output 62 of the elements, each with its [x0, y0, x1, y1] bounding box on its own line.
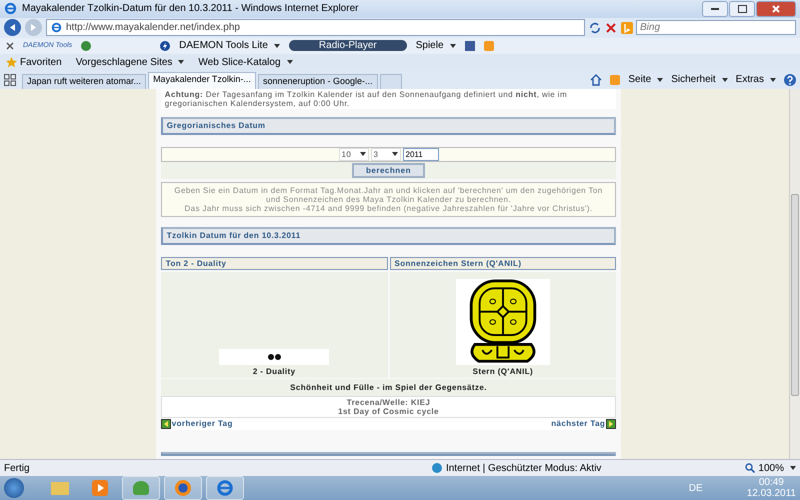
maximize-icon — [738, 4, 746, 13]
ie-logo-icon — [4, 2, 17, 16]
sign-caption: Stern (Q'ANIL) — [472, 366, 534, 376]
refresh-icon[interactable] — [589, 22, 601, 34]
star-icon — [6, 56, 17, 68]
meaning-text: Schönheit und Fülle - im Spiel der Gegensätze. — [160, 378, 616, 396]
close-icon[interactable] — [6, 42, 14, 50]
ie-taskbar-icon[interactable] — [206, 476, 244, 500]
back-button[interactable] — [4, 19, 21, 36]
command-menu[interactable]: Extras — [736, 74, 776, 86]
day-select[interactable]: 10 — [338, 148, 368, 161]
right-arrow-icon[interactable] — [606, 418, 616, 429]
security-zone: Internet | Geschützter Modus: Aktiv — [446, 462, 602, 474]
tone-caption: 2 - Duality — [252, 366, 296, 376]
favorites-link[interactable]: Web Slice-Katalog — [198, 56, 293, 68]
help-text: Das Jahr muss sich zwischen -4714 and 9999 befinden (negative Jahreszahlen für 'Jahre vor Christus'). — [183, 204, 594, 213]
help-text: Geben Sie ein Datum in dem Format Tag.Monat.Jahr an und klicken auf 'berechnen' um den zugehörigen Ton und Sonnenzeichen des Maya Tzolkin Kalender zu berechnen. — [173, 186, 604, 204]
zoom-button[interactable]: 100% — [745, 462, 796, 474]
ie-logo-icon — [51, 22, 62, 34]
window-title: Mayakalender Tzolkin-Datum für den 10.3.2011 - Windows Internet Explorer — [22, 3, 360, 14]
search-field[interactable]: Bing — [636, 20, 796, 36]
section-header: Gregorianisches Datum — [160, 116, 616, 135]
forward-arrow-icon — [29, 23, 38, 32]
left-arrow-icon[interactable] — [160, 418, 171, 429]
command-menu[interactable]: Sicherheit — [671, 74, 728, 86]
tone-header: Ton 2 - Duality — [160, 256, 388, 270]
magnifier-icon — [745, 463, 756, 474]
month-select[interactable]: 3 — [370, 148, 400, 161]
command-menu[interactable]: Seite — [628, 74, 664, 86]
lightning-icon — [160, 40, 170, 52]
favorites-link[interactable]: Vorgeschlagene Sites — [76, 56, 184, 68]
maximize-button[interactable] — [729, 0, 755, 17]
minimize-button[interactable] — [702, 0, 728, 17]
cycle-text: 1st Day of Cosmic cycle — [337, 406, 440, 416]
favorites-button[interactable]: Favoriten — [6, 56, 62, 68]
browser-tab[interactable]: Mayakalender Tzolkin-... — [148, 72, 256, 89]
games-button[interactable]: Spiele — [416, 40, 456, 52]
help-icon[interactable] — [784, 74, 796, 86]
address-field[interactable]: http://www.mayakalender.net/index.php — [46, 19, 585, 36]
status-text: Fertig — [4, 462, 30, 474]
back-arrow-icon — [8, 23, 17, 32]
close-button[interactable] — [756, 0, 796, 17]
two-dots-icon — [219, 348, 330, 365]
home-icon[interactable] — [590, 74, 602, 86]
year-input[interactable]: 2011 — [402, 148, 438, 161]
browser-tab[interactable]: Japan ruft weiteren atomar... — [22, 74, 146, 89]
trecena-text: Trecena/Welle: KIEJ — [346, 398, 432, 407]
browser-tab[interactable]: sonneneruption - Google-... — [258, 74, 378, 89]
radio-player-button[interactable]: Radio-Player — [288, 40, 407, 52]
sign-header: Sonnenzeichen Stern (Q'ANIL) — [390, 256, 616, 270]
close-icon — [772, 4, 780, 13]
quick-tabs-icon[interactable] — [4, 74, 16, 86]
notice-text: Achtung: Der Tagesanfang im Tzolkin Kalender ist auf den Sonnenaufgang definiert und nicht, wie im gregorianischen Kalendersystem, auf 0:00 Uhr. — [160, 88, 616, 109]
next-day-link[interactable]: nächster Tag — [551, 419, 606, 428]
scrollbar[interactable] — [789, 88, 800, 460]
previous-day-link[interactable]: vorheriger Tag — [172, 419, 233, 428]
stop-icon[interactable] — [605, 22, 617, 34]
section-header: Tzolkin Datum für den 10.3.2011 — [160, 226, 616, 245]
start-button[interactable] — [4, 478, 24, 498]
bing-logo-icon — [621, 22, 633, 34]
calculate-button[interactable]: berechnen — [352, 162, 425, 178]
daemon-tools-button[interactable]: DAEMON Tools Lite — [179, 40, 280, 52]
